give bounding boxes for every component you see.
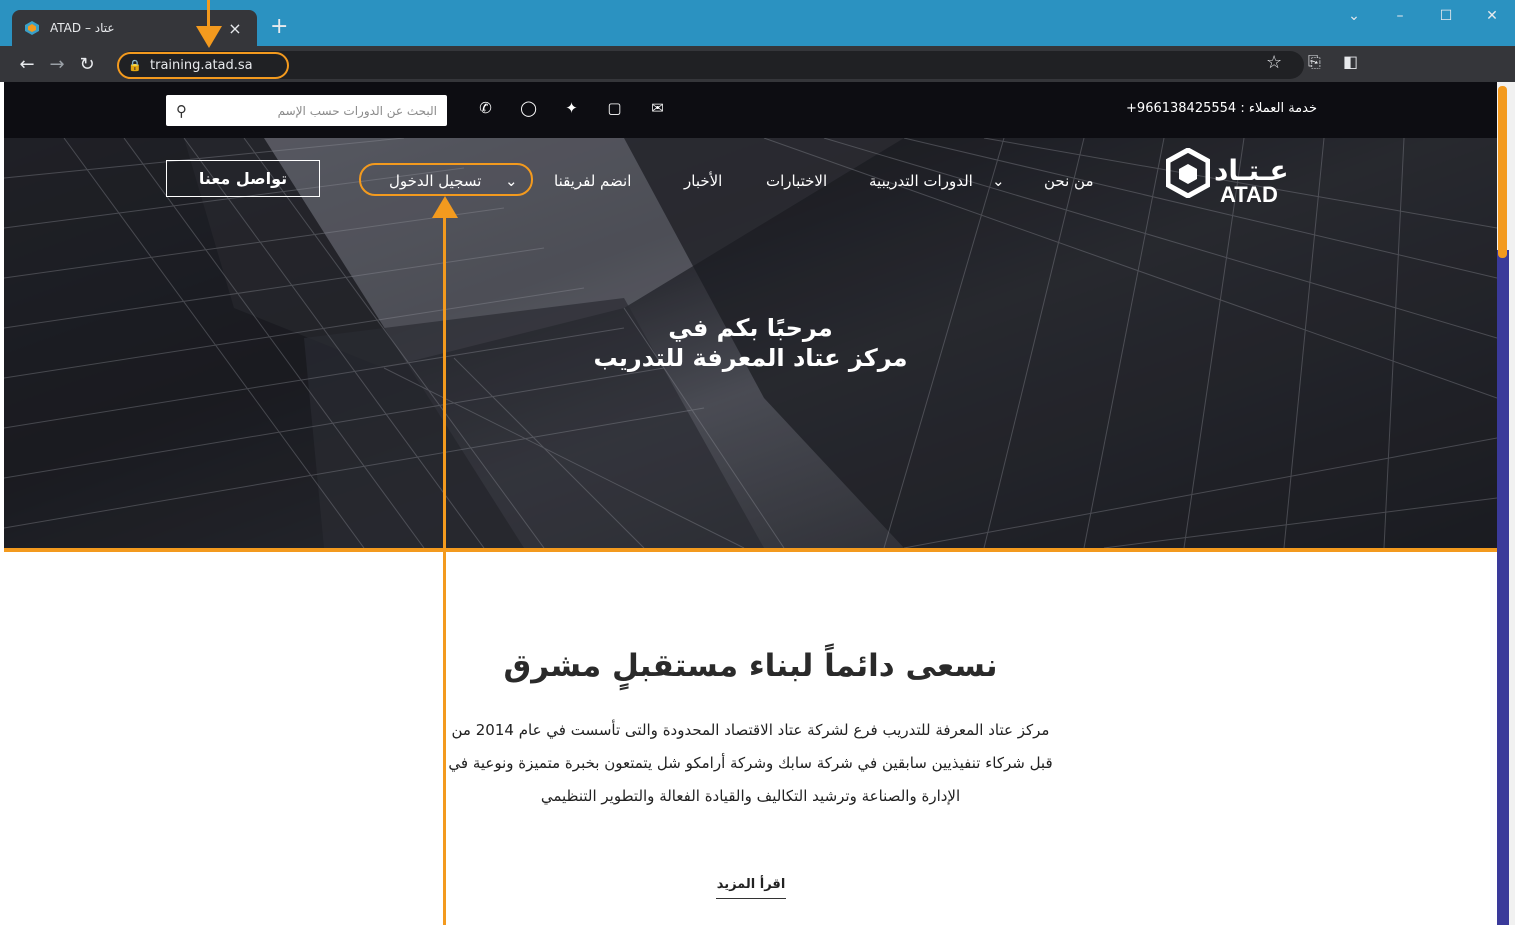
search-icon[interactable]: ⚲ xyxy=(176,102,187,120)
nav-item-courses[interactable]: الدورات التدريبية xyxy=(869,172,973,190)
read-more-link[interactable]: اقرأ المزيد xyxy=(716,877,786,899)
web-page: ⚲ ✆ ◯ ✦ ▢ ✉ خدمة العملاء : 966138425554+ xyxy=(4,82,1497,925)
atad-logo-icon xyxy=(1166,148,1210,198)
customer-service-hotline: خدمة العملاء : 966138425554+ xyxy=(1126,101,1317,116)
search-input[interactable] xyxy=(217,103,437,118)
nav-item-about[interactable]: من نحن xyxy=(1044,172,1094,190)
atad-logo[interactable]: عـتـاد ATAD xyxy=(1166,148,1306,212)
browser-tab-bar: ATAD – عتاد × + ⌄ – ☐ ✕ xyxy=(0,0,1515,46)
hero-banner: عـتـاد ATAD من نحن ⌄ الدورات التدريبية ا… xyxy=(4,138,1497,548)
instagram-icon[interactable]: ▢ xyxy=(593,99,636,117)
atad-favicon-icon xyxy=(25,21,39,35)
hero-title-line2: مركز عتاد المعرفة للتدريب xyxy=(593,344,908,372)
reload-icon[interactable]: ↻ xyxy=(72,49,102,79)
scrollbar-thumb[interactable] xyxy=(1498,86,1507,258)
login-chevron-down-icon[interactable]: ⌄ xyxy=(505,172,518,190)
phone-icon[interactable]: ✆ xyxy=(464,99,507,117)
hero-accent-border xyxy=(4,548,1497,552)
window-controls: ⌄ – ☐ ✕ xyxy=(1331,0,1515,32)
browser-toolbar: ← → ↻ 🔒 training.atad.sa xyxy=(0,46,1515,82)
section-title: نسعى دائماً لبناء مستقبلٍ مشرق xyxy=(503,648,998,684)
tab-search-icon[interactable]: ⌄ xyxy=(1331,0,1377,32)
description-line-3: الإدارة والصناعة وترشيد التكاليف والقياد… xyxy=(540,787,961,805)
close-window-button[interactable]: ✕ xyxy=(1469,0,1515,32)
forward-arrow-icon[interactable]: → xyxy=(42,49,72,79)
logo-text-english: ATAD xyxy=(1220,182,1278,207)
bookmark-star-icon[interactable]: ☆ xyxy=(1266,52,1282,73)
hero-title-line1: مرحبًا بكم في xyxy=(668,314,833,342)
scrollbar-track xyxy=(1497,250,1509,925)
contact-us-button[interactable]: تواصل معنا xyxy=(166,160,320,197)
whatsapp-icon[interactable]: ◯ xyxy=(507,99,550,117)
annotation-arrow-login xyxy=(443,215,446,925)
new-tab-button[interactable]: + xyxy=(270,14,288,39)
nav-item-news[interactable]: الأخبار xyxy=(684,172,722,190)
address-bar[interactable]: 🔒 training.atad.sa xyxy=(118,51,1304,79)
lock-icon: 🔒 xyxy=(128,58,142,72)
mail-icon[interactable]: ✉ xyxy=(636,99,679,117)
tab-close-icon[interactable]: × xyxy=(225,19,245,38)
section-description: مركز عتاد المعرفة للتدريب فرع لشركة عتاد… xyxy=(394,714,1107,813)
minimize-button[interactable]: – xyxy=(1377,0,1423,32)
arrow-up-icon xyxy=(432,196,458,218)
cast-icon[interactable]: ⎘ xyxy=(1308,52,1321,72)
arrow-down-icon xyxy=(196,26,222,48)
nav-item-exams[interactable]: الاختبارات xyxy=(766,172,827,190)
page-topbar: ⚲ ✆ ◯ ✦ ▢ ✉ خدمة العملاء : 966138425554+ xyxy=(4,82,1497,138)
nav-item-login[interactable]: تسجيل الدخول xyxy=(389,172,481,190)
twitter-icon[interactable]: ✦ xyxy=(550,99,593,117)
back-arrow-icon[interactable]: ← xyxy=(12,49,42,79)
course-search[interactable]: ⚲ xyxy=(166,95,447,126)
side-panel-icon[interactable]: ◧ xyxy=(1343,52,1358,71)
description-line-1: مركز عتاد المعرفة للتدريب فرع لشركة عتاد… xyxy=(451,721,1050,739)
maximize-button[interactable]: ☐ xyxy=(1423,0,1469,32)
nav-item-join-team[interactable]: انضم لفريقنا xyxy=(554,172,631,190)
social-links: ✆ ◯ ✦ ▢ ✉ xyxy=(464,99,679,117)
description-line-2: قبل شركاء تنفيذيين سابقين في شركة سابك و… xyxy=(448,754,1053,772)
url-text: training.atad.sa xyxy=(150,57,253,73)
chevron-down-icon[interactable]: ⌄ xyxy=(992,172,1005,190)
